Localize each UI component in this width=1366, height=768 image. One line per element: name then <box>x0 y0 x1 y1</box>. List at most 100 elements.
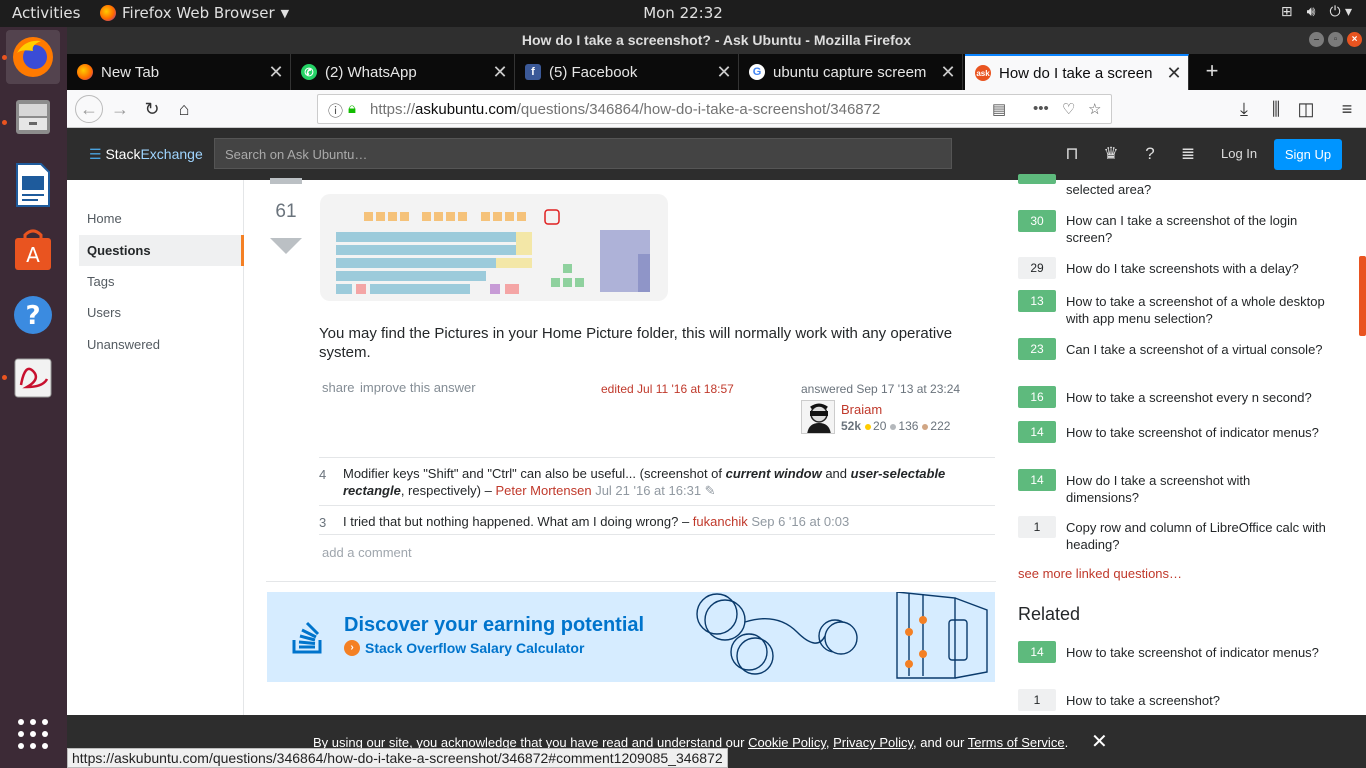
linked-question[interactable]: Can I take a screenshot of a virtual con… <box>1066 341 1326 358</box>
library-icon[interactable]: ⫼ <box>1264 97 1288 121</box>
pencil-icon[interactable]: ✎ <box>705 483 716 498</box>
comment-date[interactable]: Sep 6 '16 at 0:03 <box>751 514 849 529</box>
answer-count-badge[interactable] <box>1018 174 1056 184</box>
nav-questions[interactable]: Questions <box>79 235 244 266</box>
answer-count-badge[interactable]: 14 <box>1018 421 1056 443</box>
add-comment-link[interactable]: add a comment <box>322 545 412 560</box>
close-tab-icon[interactable]: ✕ <box>1160 63 1188 84</box>
terms-of-service-link[interactable]: Terms of Service <box>968 735 1065 750</box>
comment-author[interactable]: Peter Mortensen <box>495 483 591 498</box>
answer-count-badge[interactable]: 16 <box>1018 386 1056 408</box>
improve-answer-link[interactable]: improve this answer <box>360 380 476 395</box>
dock-libreoffice-writer[interactable] <box>6 158 60 212</box>
url-text[interactable]: https://askubuntu.com/questions/346864/h… <box>370 101 880 118</box>
linked-question[interactable]: How to take a screenshot every n second? <box>1066 389 1326 406</box>
dock-help[interactable]: ? <box>6 288 60 342</box>
achievements-trophy-icon[interactable]: ♛ <box>1100 144 1122 164</box>
close-icon[interactable]: × <box>1347 32 1362 47</box>
network-icon[interactable]: ⊞ <box>1281 4 1293 20</box>
nav-unanswered[interactable]: Unanswered <box>87 337 160 352</box>
page-scrollbar[interactable] <box>1359 256 1366 336</box>
help-icon[interactable]: ? <box>1139 144 1161 164</box>
linked-question[interactable]: How to take screenshot of indicator menu… <box>1066 424 1326 441</box>
linked-question[interactable]: How to take a screenshot of a whole desk… <box>1066 293 1326 327</box>
app-menu[interactable]: Firefox Web Browser ▼ <box>100 4 289 22</box>
upvote-arrow-icon[interactable] <box>270 178 302 184</box>
answer-author[interactable]: Braiam <box>841 402 882 417</box>
stackexchange-logo[interactable]: ☰ StackExchange <box>89 146 203 163</box>
close-icon[interactable]: ✕ <box>1091 729 1108 754</box>
power-icon[interactable]: ⏻ ▾ <box>1329 4 1352 20</box>
comment-date[interactable]: Jul 21 '16 at 16:31 <box>595 483 701 498</box>
answer-count-badge[interactable]: 14 <box>1018 641 1056 663</box>
salary-calculator-ad[interactable]: Discover your earning potential › Stack O… <box>267 592 995 682</box>
avatar[interactable] <box>801 400 835 434</box>
downloads-icon[interactable]: ⤓ <box>1232 97 1256 121</box>
privacy-policy-link[interactable]: Privacy Policy <box>833 735 913 750</box>
sidebar-icon[interactable]: ◫ <box>1294 97 1318 121</box>
info-icon[interactable]: ⓘ <box>328 100 343 121</box>
hamburger-menu-icon[interactable]: ≡ <box>1335 97 1359 121</box>
minimize-icon[interactable]: – <box>1309 32 1324 47</box>
new-tab-button[interactable]: + <box>1197 54 1227 90</box>
volume-icon[interactable]: 🔊︎ <box>1307 4 1316 20</box>
maximize-icon[interactable]: ▫ <box>1328 32 1343 47</box>
lock-icon[interactable]: 🔒︎ <box>348 100 356 117</box>
linked-question[interactable]: How do I take a screenshot with dimensio… <box>1066 472 1326 506</box>
dock-files[interactable] <box>6 90 60 144</box>
answer-count-badge[interactable]: 13 <box>1018 290 1056 312</box>
logo-text-b: Exchange <box>140 146 203 162</box>
answer-count-badge[interactable]: 23 <box>1018 338 1056 360</box>
cookie-policy-link[interactable]: Cookie Policy <box>748 735 826 750</box>
linked-question[interactable]: selected area? <box>1066 181 1326 198</box>
bookmark-star-icon[interactable]: ☆ <box>1088 100 1101 118</box>
close-tab-icon[interactable]: ✕ <box>486 62 514 83</box>
answer-count-badge[interactable]: 30 <box>1018 210 1056 232</box>
dock-document-viewer[interactable] <box>6 351 60 405</box>
close-tab-icon[interactable]: ✕ <box>710 62 738 83</box>
answer-count-badge[interactable]: 1 <box>1018 689 1056 711</box>
site-search-input[interactable]: Search on Ask Ubuntu… <box>214 138 952 169</box>
dock-software-center[interactable]: A <box>6 223 60 277</box>
forward-arrow-icon[interactable]: → <box>108 97 132 121</box>
tab-new-tab[interactable]: New Tab ✕ <box>67 54 291 90</box>
share-link[interactable]: share <box>322 380 355 395</box>
linked-question[interactable]: Copy row and column of LibreOffice calc … <box>1066 519 1326 553</box>
url-bar[interactable]: ⓘ 🔒︎ https://askubuntu.com/questions/346… <box>317 94 1112 124</box>
pocket-icon[interactable]: ♡ <box>1062 100 1075 118</box>
close-tab-icon[interactable]: ✕ <box>262 62 290 83</box>
reload-icon[interactable]: ↻ <box>140 97 164 121</box>
system-tray[interactable]: ⊞ 🔊︎ ⏻ ▾ <box>1281 4 1352 20</box>
inbox-icon[interactable]: ⊓ <box>1061 144 1083 164</box>
dock-firefox[interactable] <box>6 30 60 84</box>
window-title-bar[interactable]: How do I take a screenshot? - Ask Ubuntu… <box>67 27 1366 54</box>
tab-google-search[interactable]: G ubuntu capture screem - ✕ <box>739 54 963 90</box>
downvote-arrow-icon[interactable] <box>270 238 302 254</box>
activities-button[interactable]: Activities <box>12 4 80 22</box>
reader-view-icon[interactable]: ▤ <box>992 100 1006 118</box>
login-link[interactable]: Log In <box>1221 146 1257 161</box>
show-applications-button[interactable] <box>6 707 60 761</box>
tab-askubuntu[interactable]: ask How do I take a screensh ✕ <box>965 54 1189 90</box>
answer-count-badge[interactable]: 1 <box>1018 516 1056 538</box>
nav-users[interactable]: Users <box>87 305 121 320</box>
home-icon[interactable]: ⌂ <box>172 97 196 121</box>
comment-author[interactable]: fukanchik <box>693 514 748 529</box>
related-question[interactable]: How to take a screenshot? <box>1066 692 1326 709</box>
nav-tags[interactable]: Tags <box>87 274 114 289</box>
see-more-linked-link[interactable]: see more linked questions… <box>1018 566 1182 581</box>
close-tab-icon[interactable]: ✕ <box>934 62 962 83</box>
signup-button[interactable]: Sign Up <box>1274 139 1342 170</box>
edited-timestamp[interactable]: edited Jul 11 '16 at 18:57 <box>601 382 734 396</box>
linked-question[interactable]: How do I take screenshots with a delay? <box>1066 260 1326 277</box>
tab-whatsapp[interactable]: ✆ (2) WhatsApp ✕ <box>291 54 515 90</box>
answer-count-badge[interactable]: 29 <box>1018 257 1056 279</box>
answer-count-badge[interactable]: 14 <box>1018 469 1056 491</box>
tab-facebook[interactable]: f (5) Facebook ✕ <box>515 54 739 90</box>
back-arrow-icon[interactable]: ← <box>75 95 103 123</box>
related-question[interactable]: How to take screenshot of indicator menu… <box>1066 644 1326 661</box>
nav-home[interactable]: Home <box>87 211 122 226</box>
page-actions-icon[interactable]: ••• <box>1033 100 1049 117</box>
site-switcher-icon[interactable]: ≣ <box>1177 144 1199 164</box>
linked-question[interactable]: How can I take a screenshot of the login… <box>1066 212 1326 246</box>
